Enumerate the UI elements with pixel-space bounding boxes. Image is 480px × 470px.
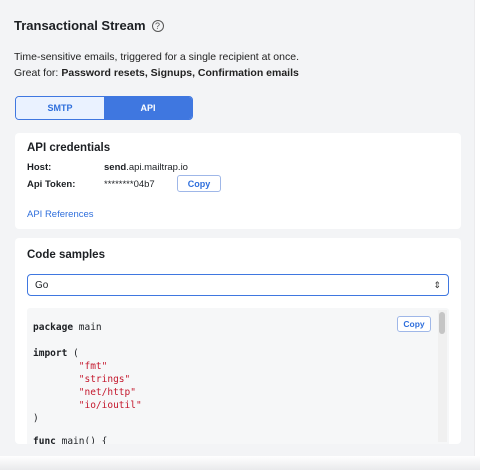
host-value: send.api.mailtrap.io (104, 162, 188, 173)
code-line-6: "io/ioutil" (33, 400, 142, 411)
code-line-8: func main() { (33, 436, 107, 444)
token-value: ********04b7 (104, 179, 155, 190)
code-keyword: import (33, 348, 68, 359)
code-line-3: "fmt" (33, 361, 108, 372)
api-references-link[interactable]: API References (27, 209, 94, 220)
tab-smtp[interactable]: SMTP (16, 97, 104, 119)
help-circle-icon[interactable]: ? (151, 19, 164, 32)
api-credentials-card: API credentials Host: send.api.mailtrap.… (15, 133, 461, 229)
code-keyword: package (33, 322, 74, 333)
protocol-tabs: SMTP API (15, 96, 193, 120)
language-select[interactable]: Go ⇕ (27, 274, 449, 296)
code-scrollbar-thumb[interactable] (439, 312, 445, 334)
great-for-label: Great for: (14, 67, 59, 79)
code-line-1: package main (33, 322, 102, 333)
page-title: Transactional Stream (14, 18, 146, 33)
copy-token-button[interactable]: Copy (177, 175, 221, 192)
code-text: ( (67, 348, 79, 359)
select-arrows-icon: ⇕ (433, 279, 441, 290)
bottom-shade (0, 456, 480, 470)
code-line-2: import ( (33, 348, 79, 359)
stream-panel: Transactional Stream ? Time-sensitive em… (0, 0, 475, 470)
code-block: package main import ( "fmt" "strings" "n… (27, 308, 449, 444)
api-credentials-title: API credentials (27, 142, 111, 154)
great-for-text: Great for: Password resets, Signups, Conf… (14, 67, 299, 79)
stream-description: Time-sensitive emails, triggered for a s… (14, 51, 299, 63)
language-selected: Go (35, 279, 49, 291)
code-line-7: ) (33, 413, 39, 424)
tab-api[interactable]: API (104, 97, 192, 119)
code-line-5: "net/http" (33, 387, 136, 398)
token-label: Api Token: (27, 179, 76, 190)
host-label: Host: (27, 162, 52, 173)
code-line-4: "strings" (33, 374, 131, 385)
code-text: main (73, 322, 102, 333)
code-samples-card: Code samples Go ⇕ package main import ( … (15, 238, 461, 444)
code-text: main() { (55, 436, 108, 444)
code-samples-title: Code samples (27, 249, 105, 261)
host-value-rest: .api.mailtrap.io (126, 162, 188, 173)
title-row: Transactional Stream ? (14, 18, 164, 33)
great-for-value: Password resets, Signups, Confirmation e… (61, 67, 299, 79)
host-value-bold: send (104, 162, 127, 173)
code-keyword: func (33, 436, 56, 444)
copy-code-button[interactable]: Copy (397, 316, 431, 332)
